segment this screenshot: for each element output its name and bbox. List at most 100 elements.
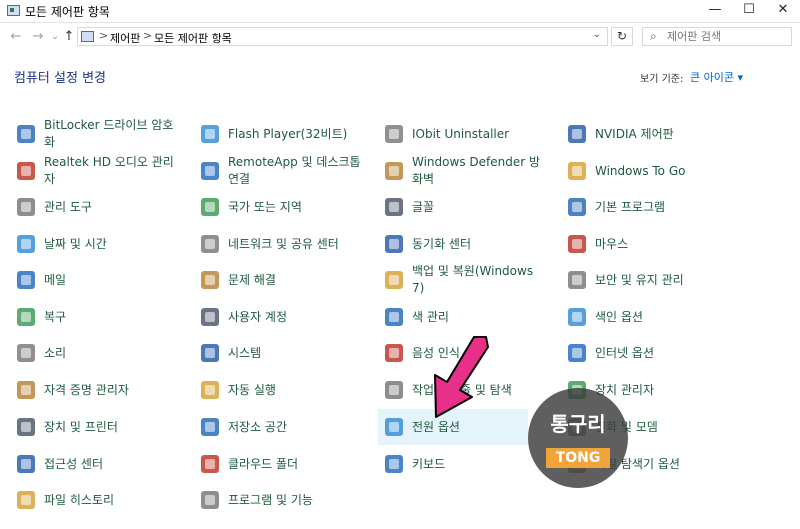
date-time-icon (14, 232, 38, 256)
sound-icon (14, 341, 38, 365)
cp-item-label[interactable]: 복구 (44, 299, 184, 335)
breadcrumb-separator: > (99, 29, 109, 42)
cp-item-label[interactable]: 키보드 (412, 446, 547, 482)
cp-item-label[interactable]: 문제 해결 (228, 262, 368, 298)
cp-item[interactable]: 동기화 센터 (382, 226, 547, 262)
cp-item[interactable]: 자동 실행 (198, 372, 366, 408)
address-bar[interactable]: > 제어판 > 모든 제어판 항목 ⌄ (77, 27, 608, 46)
cp-item[interactable]: 파일 히스토리 (14, 482, 182, 518)
cp-item-label[interactable]: 클라우드 폴더 (228, 446, 368, 482)
cp-item-label[interactable]: 시스템 (228, 335, 368, 371)
cp-item[interactable]: 백업 및 복원(Windows 7) (382, 262, 547, 298)
cp-item[interactable]: 색 관리 (382, 299, 547, 335)
cp-item[interactable]: 날짜 및 시간 (14, 226, 182, 262)
cp-item-label[interactable]: 네트워크 및 공유 센터 (228, 226, 368, 262)
cp-item[interactable]: Windows To Go (565, 153, 733, 189)
cp-item[interactable]: BitLocker 드라이브 암호화 (14, 116, 182, 152)
cp-item-label[interactable]: 자격 증명 관리자 (44, 372, 184, 408)
cp-item[interactable]: Windows Defender 방화벽 (382, 153, 547, 189)
search-input[interactable] (667, 29, 787, 44)
cp-item[interactable]: 인터넷 옵션 (565, 335, 733, 371)
cp-item[interactable]: 색인 옵션 (565, 299, 733, 335)
minimize-button[interactable]: — (698, 0, 732, 22)
recovery-icon (14, 305, 38, 329)
address-dropdown[interactable]: ⌄ (593, 29, 601, 40)
pointer-arrow-icon (434, 336, 489, 418)
cp-item-label[interactable]: Windows To Go (595, 153, 735, 189)
cp-item[interactable]: 접근성 센터 (14, 446, 182, 482)
forward-button[interactable]: → (30, 29, 46, 45)
cp-item[interactable]: 키보드 (382, 446, 547, 482)
cp-item-label[interactable]: IObit Uninstaller (412, 116, 547, 152)
title-bar: 모든 제어판 항목 — ☐ ✕ (0, 0, 800, 23)
cp-item[interactable]: 문제 해결 (198, 262, 366, 298)
cp-item[interactable]: Realtek HD 오디오 관리자 (14, 153, 182, 189)
page-title: 컴퓨터 설정 변경 (14, 71, 106, 86)
cp-item-label[interactable]: 파일 히스토리 (44, 482, 184, 518)
control-panel-icon (81, 31, 94, 42)
cp-item-label[interactable]: 자동 실행 (228, 372, 368, 408)
view-by-dropdown[interactable]: 큰 아이콘 ▾ (690, 69, 743, 85)
cp-item[interactable]: 장치 및 프린터 (14, 409, 182, 445)
cp-item-label[interactable]: 저장소 공간 (228, 409, 368, 445)
cp-item-label[interactable]: 소리 (44, 335, 184, 371)
back-button[interactable]: ← (8, 29, 24, 45)
cp-item-label[interactable]: 메일 (44, 262, 184, 298)
cp-item[interactable]: 저장소 공간 (198, 409, 366, 445)
breadcrumb-control-panel[interactable]: 제어판 (110, 30, 140, 46)
speech-icon (382, 341, 406, 365)
cp-item-label[interactable]: 프로그램 및 기능 (228, 482, 368, 518)
cp-item-label[interactable]: 국가 또는 지역 (228, 189, 368, 225)
view-by-label: 보기 기준: (640, 74, 684, 85)
cp-item-label[interactable]: 보안 및 유지 관리 (595, 262, 735, 298)
cp-item-label[interactable]: 글꼴 (412, 189, 547, 225)
maximize-button[interactable]: ☐ (732, 0, 766, 22)
cp-item-label[interactable]: 관리 도구 (44, 189, 184, 225)
cp-item-label[interactable]: 기본 프로그램 (595, 189, 735, 225)
cp-item[interactable]: 관리 도구 (14, 189, 182, 225)
cp-item[interactable]: 복구 (14, 299, 182, 335)
cp-item[interactable]: RemoteApp 및 데스크톱 연결 (198, 153, 366, 189)
taskbar-icon (382, 378, 406, 402)
cp-item[interactable]: 보안 및 유지 관리 (565, 262, 733, 298)
color-mgmt-icon (382, 305, 406, 329)
cp-item-label[interactable]: 색 관리 (412, 299, 547, 335)
cp-item-label[interactable]: 동기화 센터 (412, 226, 547, 262)
breadcrumb-all-items[interactable]: 모든 제어판 항목 (154, 30, 232, 46)
cp-item-label[interactable]: 장치 관리자 (595, 372, 735, 408)
backup-icon (382, 268, 406, 292)
cp-item[interactable]: 프로그램 및 기능 (198, 482, 366, 518)
cp-item[interactable]: 네트워크 및 공유 센터 (198, 226, 366, 262)
cp-item-label[interactable]: BitLocker 드라이브 암호화 (44, 116, 184, 152)
cp-item-label[interactable]: 사용자 계정 (228, 299, 368, 335)
close-button[interactable]: ✕ (766, 0, 800, 22)
cp-item[interactable]: Flash Player(32비트) (198, 116, 366, 152)
cp-item[interactable]: NVIDIA 제어판 (565, 116, 733, 152)
cp-item[interactable]: 국가 또는 지역 (198, 189, 366, 225)
cp-item[interactable]: 사용자 계정 (198, 299, 366, 335)
search-box[interactable]: ⌕ (642, 27, 792, 46)
cp-item[interactable]: 소리 (14, 335, 182, 371)
cp-item[interactable]: 시스템 (198, 335, 366, 371)
cp-item[interactable]: 기본 프로그램 (565, 189, 733, 225)
cp-item[interactable]: 자격 증명 관리자 (14, 372, 182, 408)
cp-item-label[interactable]: Windows Defender 방화벽 (412, 153, 547, 189)
cp-item-label[interactable]: 인터넷 옵션 (595, 335, 735, 371)
cp-item-label[interactable]: 마우스 (595, 226, 735, 262)
cp-item-label[interactable]: 장치 및 프린터 (44, 409, 184, 445)
cp-item[interactable]: 클라우드 폴더 (198, 446, 366, 482)
cp-item[interactable]: 마우스 (565, 226, 733, 262)
cp-item-label[interactable]: Realtek HD 오디오 관리자 (44, 153, 184, 189)
cp-item-label[interactable]: 날짜 및 시간 (44, 226, 184, 262)
cp-item[interactable]: 글꼴 (382, 189, 547, 225)
cp-item[interactable]: 메일 (14, 262, 182, 298)
refresh-button[interactable]: ↻ (611, 27, 633, 46)
cp-item-label[interactable]: 접근성 센터 (44, 446, 184, 482)
cp-item-label[interactable]: NVIDIA 제어판 (595, 116, 735, 152)
cp-item[interactable]: IObit Uninstaller (382, 116, 547, 152)
cp-item-label[interactable]: RemoteApp 및 데스크톱 연결 (228, 153, 368, 189)
cp-item-label[interactable]: 백업 및 복원(Windows 7) (412, 262, 547, 298)
up-button[interactable]: ↑ (61, 29, 77, 45)
cp-item-label[interactable]: Flash Player(32비트) (228, 116, 368, 152)
cp-item-label[interactable]: 색인 옵션 (595, 299, 735, 335)
